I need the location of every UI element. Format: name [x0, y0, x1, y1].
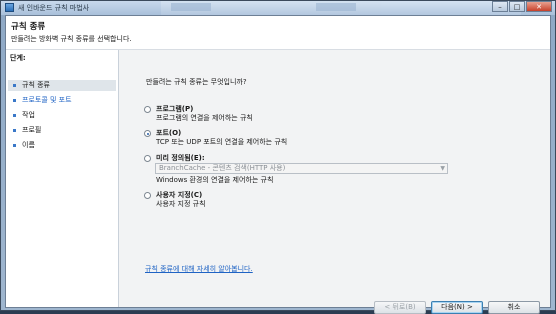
predefined-option-title[interactable]: 미리 정의됨(E): — [156, 153, 205, 163]
back-button[interactable]: < 뒤로(B) — [374, 301, 426, 314]
step-item-label: 프로필 — [22, 126, 42, 134]
custom-option-description: 사용자 지정 규칙 — [156, 200, 206, 208]
firewall-app-icon — [5, 3, 14, 12]
next-button[interactable]: 다음(N) > — [431, 301, 483, 314]
predefined-option-description: Windows 환경의 연결을 제어하는 규칙 — [156, 176, 274, 184]
step-bullet-icon — [13, 99, 16, 102]
wizard-header: 규칙 종류 만들려는 방화벽 규칙 종류를 선택합니다. — [6, 16, 550, 50]
port-option-description: TCP 또는 UDP 포트의 연결을 제어하는 규칙 — [156, 138, 288, 146]
steps-label: 단계: — [10, 54, 26, 62]
page-title: 규칙 종류 — [11, 22, 46, 32]
window-title: 새 인바운드 규칙 마법사 — [18, 4, 90, 12]
cancel-button[interactable]: 취소 — [488, 301, 540, 314]
predefined-rule-select-value: BranchCache - 콘텐츠 검색(HTTP 사용) — [159, 164, 286, 172]
step-bullet-icon — [13, 144, 16, 147]
chevron-down-icon: ▼ — [440, 165, 445, 172]
program-radio[interactable] — [144, 106, 151, 113]
background-window-strip — [161, 1, 521, 15]
port-radio[interactable] — [144, 130, 151, 137]
wizard-window: 새 인바운드 규칙 마법사 – □ ✕ 규칙 종류 만들려는 방화벽 규칙 종류… — [0, 0, 556, 314]
predefined-rule-select[interactable]: BranchCache - 콘텐츠 검색(HTTP 사용) ▼ — [155, 163, 448, 174]
step-item-label: 이름 — [22, 141, 35, 149]
main-content: 만들려는 규칙 종류는 무엇입니까? 프로그램(P) 프로그램의 연결을 제어하… — [119, 50, 550, 314]
step-item-label: 작업 — [22, 111, 35, 119]
step-item-label: 프로토콜 및 포트 — [22, 96, 72, 104]
question-text: 만들려는 규칙 종류는 무엇입니까? — [146, 78, 247, 86]
step-item-label: 규칙 종류 — [22, 81, 50, 89]
maximize-button[interactable]: □ — [509, 1, 525, 12]
step-item-action[interactable]: 작업 — [8, 110, 116, 121]
page-subtitle: 만들려는 방화벽 규칙 종류를 선택합니다. — [11, 35, 132, 43]
step-bullet-icon — [13, 114, 16, 117]
step-item-profile[interactable]: 프로필 — [8, 125, 116, 136]
title-bar[interactable]: 새 인바운드 규칙 마법사 – □ ✕ — [1, 1, 555, 15]
help-link[interactable]: 규칙 종류에 대해 자세히 알아봅니다. — [145, 264, 253, 274]
custom-radio[interactable] — [144, 192, 151, 199]
steps-panel: 단계: 규칙 종류 프로토콜 및 포트 작업 프로필 이름 — [6, 50, 119, 307]
step-item-protocol-ports[interactable]: 프로토콜 및 포트 — [8, 95, 116, 106]
window-controls: – □ ✕ — [491, 1, 552, 13]
wizard-client-area: 규칙 종류 만들려는 방화벽 규칙 종류를 선택합니다. 단계: 규칙 종류 프… — [5, 15, 551, 314]
predefined-radio[interactable] — [144, 155, 151, 162]
minimize-button[interactable]: – — [492, 1, 508, 12]
close-button[interactable]: ✕ — [526, 1, 552, 12]
program-option-description: 프로그램의 연결을 제어하는 규칙 — [156, 114, 253, 122]
step-bullet-icon — [13, 129, 16, 132]
step-item-name[interactable]: 이름 — [8, 140, 116, 151]
step-item-rule-type[interactable]: 규칙 종류 — [8, 80, 116, 91]
step-bullet-icon — [13, 84, 16, 87]
